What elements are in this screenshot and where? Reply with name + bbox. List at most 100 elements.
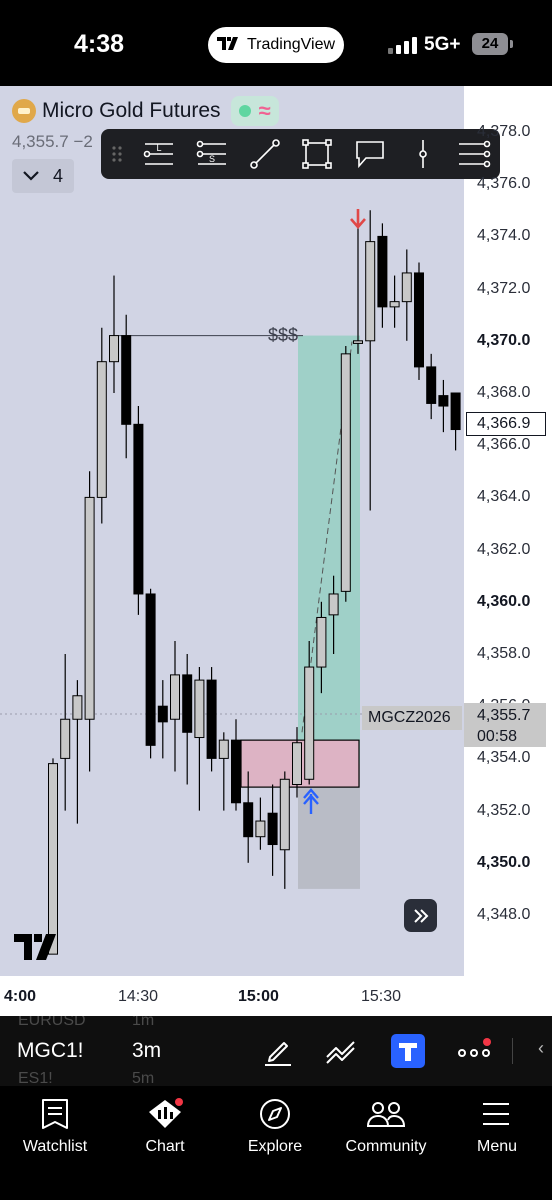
time-axis[interactable]: 4:00 14:30 15:00 15:30 [0,976,552,1016]
tradingview-watermark-icon[interactable] [14,934,62,960]
ghost-symbol-2: ES1! [18,1070,53,1086]
candle-body [377,235,388,308]
price-tick-label: 4,368.0 [477,384,531,401]
legend-price: 4,355.7 −2 [12,132,93,151]
candle-body [414,272,424,368]
indicators-icon[interactable] [324,1033,360,1069]
nav-label: Community [345,1138,427,1155]
watchlist-icon [42,1099,68,1129]
candle-body [157,705,168,723]
candle-body [401,272,412,303]
candle-body [353,340,363,344]
indicators-toggle-button[interactable]: 4 [12,159,74,193]
nav-label: Menu [476,1138,518,1155]
candle-body [48,763,58,955]
candle-body [182,674,193,733]
long-position-icon[interactable]: L [143,138,175,170]
candle-body [255,820,266,838]
drawing-tools-icon[interactable] [260,1033,296,1069]
network-type: 5G+ [424,34,461,55]
candle-body [133,423,144,595]
double-chevron-right-icon [413,908,428,923]
rectangle-icon[interactable] [301,138,333,170]
gold-icon [12,99,36,123]
short-position-icon[interactable]: S [196,138,228,170]
candle-body [365,241,376,342]
chart-bottom-toolbar: EURUSD 1m ES1! 5m MGC1! 3m ‹ [0,1016,552,1086]
app-name: TradingView [246,36,336,53]
vertical-line-icon[interactable] [407,138,439,170]
candle-body [218,739,229,759]
candle-body [96,361,107,498]
indicator-count: 4 [52,165,63,186]
nav-label: Watchlist [22,1138,88,1155]
candle-body [121,335,132,425]
time-tick-label: 4:00 [4,988,37,1005]
chart-area[interactable]: $$$ Micro Gold Futures ≈ 4,355.7 −2 4 L … [0,86,552,1016]
more-options-icon[interactable] [456,1033,492,1069]
candle-body [206,679,217,759]
menu-icon [483,1103,509,1125]
status-bar: 4:38 TradingView 5G+ 24 [0,0,552,86]
community-icon [366,1102,406,1127]
symbol-price-tag: MGCZ2026 [362,706,462,730]
price-tick-label: 4,364.0 [477,488,531,506]
candle-body [438,395,449,407]
price-tick-label: 4,348.0 [477,906,531,923]
price-tick-label: 4,376.0 [477,175,531,193]
sell-signal-arrow [350,209,366,229]
drawing-toolbar: L S [101,129,500,179]
symbol-search-button[interactable]: MGC1! [17,1039,84,1063]
nav-community[interactable]: Community [330,1094,442,1156]
trading-panel-icon[interactable] [390,1033,426,1069]
compass-icon [260,1099,290,1129]
more-menu-icon[interactable] [457,138,491,170]
chevron-left-icon[interactable]: ‹ [538,1038,544,1059]
candle-body [328,593,339,616]
candle-body [304,666,315,780]
price-tick-label: 4,362.0 [477,540,531,558]
price-tick-label: 4,354.0 [477,749,531,767]
market-status-chip[interactable]: ≈ [230,96,279,126]
price-chart[interactable] [0,86,464,976]
candle-body [145,593,156,746]
symbol-legend[interactable]: Micro Gold Futures ≈ [12,96,279,126]
candle-body [60,718,71,759]
market-open-icon [238,105,251,117]
candle-body [231,739,241,804]
candle-body [84,496,95,720]
crosshair-price-label: 4,366.9 [466,412,546,436]
callout-icon[interactable] [354,138,386,170]
scroll-to-realtime-button[interactable] [404,899,437,932]
svg-text:S: S [209,154,215,164]
svg-text:L: L [156,143,161,153]
nav-chart[interactable]: Chart [110,1094,220,1156]
bar-countdown: 00:58 [477,728,518,745]
data-delay-icon: ≈ [258,98,271,123]
chart-icon [149,1098,183,1128]
time-tick-label: 14:30 [118,988,159,1005]
price-tick-label: 4,370.0 [477,331,531,349]
nav-label: Explore [247,1138,303,1155]
price-tick-label: 4,350.0 [477,853,531,871]
interval-button[interactable]: 3m [132,1039,161,1063]
price-tick-label: 4,372.0 [477,279,531,297]
current-price: 4,355.7 [477,707,531,724]
signal-icon [388,36,417,54]
nav-watchlist[interactable]: Watchlist [0,1094,110,1156]
tradingview-pill[interactable]: TradingView [208,27,344,63]
time-tick-label: 15:00 [238,988,279,1005]
nav-menu[interactable]: Menu [442,1094,552,1156]
candle-body [170,674,180,720]
price-tick-label: 4,352.0 [477,801,531,819]
candle-body [340,353,351,592]
drag-handle-icon[interactable] [109,138,125,170]
nav-label: Chart [145,1138,185,1155]
nav-explore[interactable]: Explore [220,1094,330,1156]
trend-line-icon[interactable] [249,138,281,170]
bottom-navigation: Watchlist Chart Explore Community Menu [0,1086,552,1200]
ghost-symbol-1: EURUSD [18,1016,86,1029]
liquidity-annotation[interactable]: $$$ [268,325,298,346]
candle-body [72,695,83,720]
price-tick-label: 4,358.0 [477,645,531,662]
